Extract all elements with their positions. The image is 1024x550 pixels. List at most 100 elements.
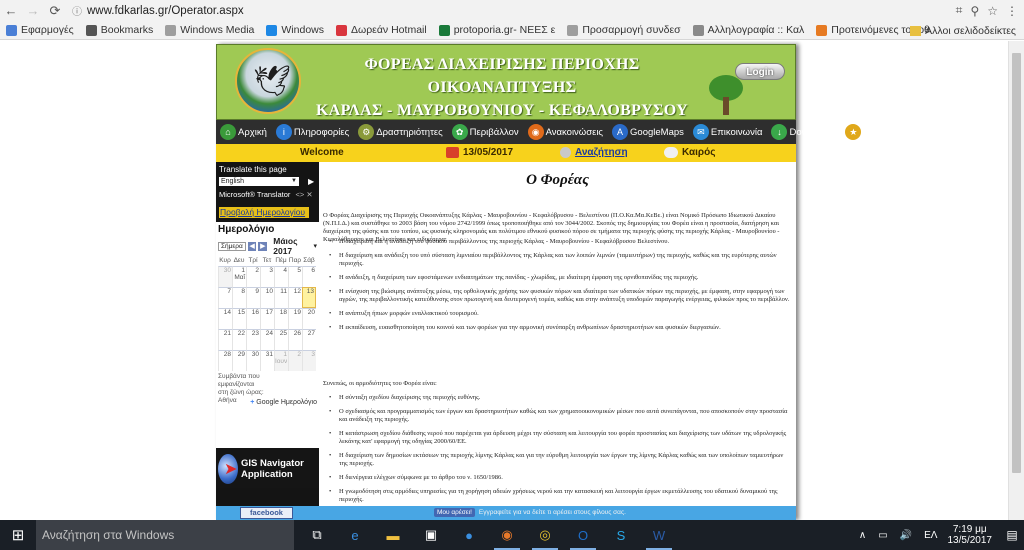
calendar-day[interactable]: 25 [274, 329, 288, 350]
bookmark-item[interactable]: Windows [266, 24, 324, 36]
translate-icon[interactable]: ⌗ [956, 3, 963, 18]
calendar-day[interactable]: 2 [288, 350, 302, 371]
search-icon[interactable]: ⚲ [970, 4, 979, 18]
calendar-day[interactable]: 1 Ιουν [274, 350, 288, 371]
calendar-next-icon[interactable]: ▶ [258, 241, 268, 251]
menu-item[interactable]: ✿ Περιβάλλον [451, 124, 519, 140]
calendar-day[interactable]: 26 [288, 329, 302, 350]
calendar-day[interactable]: 23 [246, 329, 260, 350]
share-icon[interactable]: <> ✕ [295, 190, 312, 199]
menu-item-label[interactable]: GoogleMaps [630, 127, 684, 138]
skype-icon[interactable]: S [602, 520, 640, 550]
url-text[interactable]: www.fdkarlas.gr/Operator.aspx [87, 5, 244, 17]
calendar-day[interactable]: 8 [232, 287, 246, 308]
bookmark-item[interactable]: protoporia.gr- ΝΕΕΣ ε [438, 24, 556, 36]
info-icon[interactable]: ⓘ [72, 3, 82, 18]
calendar-day[interactable]: 24 [260, 329, 274, 350]
firefox-icon[interactable]: ◉ [488, 520, 526, 550]
bookmark-label[interactable]: protoporia.gr- ΝΕΕΣ ε [454, 24, 556, 36]
edge-icon[interactable]: e [336, 520, 374, 550]
calendar-day[interactable]: 1 Μαΐ [232, 266, 246, 287]
calendar-day[interactable]: 30 [218, 266, 232, 287]
calendar-day[interactable]: 12 [288, 287, 302, 308]
taskbar-search[interactable]: Αναζήτηση στα Windows [36, 520, 294, 550]
calendar-day[interactable]: 3 [302, 350, 316, 371]
network-icon[interactable]: ▭ [878, 530, 887, 541]
other-bookmarks-label[interactable]: Άλλοι σελιδοδείκτες [925, 25, 1016, 37]
menu-item-label[interactable]: Επικοινωνία [711, 127, 763, 138]
bookmark-item[interactable]: Bookmarks [85, 24, 154, 36]
logo[interactable]: 🕊 [235, 48, 301, 114]
volume-icon[interactable]: 🔊 [900, 530, 912, 541]
weather-link[interactable]: Καιρός [664, 147, 715, 158]
bookmark-label[interactable]: Προσαρμογή συνδεσ [582, 24, 680, 36]
calendar-day[interactable]: 28 [218, 350, 232, 371]
language-select[interactable]: English [219, 177, 299, 186]
menu-item-label[interactable]: Περιβάλλον [470, 127, 519, 138]
clock[interactable]: 7:19 μμ 13/5/2017 [948, 524, 993, 546]
calendar-day[interactable]: 2 [246, 266, 260, 287]
notifications-icon[interactable]: ▤ [1000, 520, 1024, 550]
gis-navigator-link[interactable]: GIS Navigator Application [216, 450, 319, 488]
calendar-day[interactable]: 17 [260, 308, 274, 329]
bookmark-item[interactable]: Αλληλογραφία :: Καλ [692, 24, 805, 36]
bookmark-label[interactable]: Εφαρμογές [21, 24, 74, 36]
windows-start-icon[interactable]: ⊞ [0, 520, 36, 550]
calendar-day[interactable]: 16 [246, 308, 260, 329]
scrollbar[interactable] [1008, 41, 1024, 520]
outlook-icon[interactable]: O [564, 520, 602, 550]
calendar-prev-icon[interactable]: ◀ [247, 241, 257, 251]
calendar-day[interactable]: 10 [260, 287, 274, 308]
calendar-day[interactable]: 14 [218, 308, 232, 329]
menu-item[interactable]: ★ Περιοχή [845, 124, 897, 140]
translate-go-icon[interactable]: ▶ [308, 177, 314, 186]
menu-item[interactable]: ✉ Επικοινωνία [692, 124, 763, 140]
menu-item-label[interactable]: Περιοχή [863, 127, 897, 138]
calendar-day[interactable]: 22 [232, 329, 246, 350]
menu-icon[interactable]: ⋮ [1006, 4, 1018, 18]
search-link[interactable]: Αναζήτηση [560, 147, 628, 158]
task-view-icon[interactable]: ⧉ [298, 520, 336, 550]
language-indicator[interactable]: ΕΛ [924, 530, 937, 541]
calendar-day[interactable]: 29 [232, 350, 246, 371]
menu-item[interactable]: i Πληροφορίες [275, 124, 349, 140]
calendar-view-link[interactable]: Προβολή Ημερολογίου [219, 207, 309, 218]
menu-item[interactable]: ◉ Ανακοινώσεις [527, 124, 603, 140]
gis-title[interactable]: GIS Navigator Application [241, 458, 319, 480]
bookmark-item[interactable]: Δωρεάν Hotmail [336, 24, 427, 36]
menu-item-label[interactable]: Αρχική [238, 127, 267, 138]
calendar-day[interactable]: 21 [218, 329, 232, 350]
calendar-day[interactable]: 4 [274, 266, 288, 287]
calendar-day[interactable]: 31 [260, 350, 274, 371]
chevron-up-icon[interactable]: ∧ [859, 530, 866, 541]
bookmark-label[interactable]: Bookmarks [101, 24, 154, 36]
calendar-day[interactable]: 5 [288, 266, 302, 287]
bookmark-label[interactable]: Αλληλογραφία :: Καλ [708, 24, 805, 36]
calendar-today-button[interactable]: Σήμερα [218, 241, 246, 251]
bookmark-label[interactable]: Windows Media [180, 24, 254, 36]
chevron-down-icon[interactable]: ▾ [313, 242, 317, 250]
menu-item-label[interactable]: Ανακοινώσεις [546, 127, 603, 138]
calendar-day[interactable]: 15 [232, 308, 246, 329]
other-bookmarks[interactable]: Άλλοι σελιδοδείκτες [910, 21, 1016, 39]
forward-icon[interactable]: → [22, 0, 44, 21]
video-icon[interactable]: ● [450, 520, 488, 550]
address-bar[interactable]: ⓘ www.fdkarlas.gr/Operator.aspx [72, 0, 244, 21]
bookmark-label[interactable]: Windows [281, 24, 324, 36]
chrome-icon[interactable]: ◎ [526, 520, 564, 550]
calendar-day[interactable]: 18 [274, 308, 288, 329]
file-explorer-icon[interactable]: ▬ [374, 520, 412, 550]
menu-item[interactable]: ⌂ Αρχική [220, 124, 267, 140]
like-button[interactable]: Μου αρέσει! [434, 508, 475, 517]
calendar-day[interactable]: 3 [260, 266, 274, 287]
bookmark-item[interactable]: Εφαρμογές [6, 24, 74, 36]
reload-icon[interactable]: ⟳ [44, 0, 66, 21]
bookmark-star-icon[interactable]: ☆ [987, 4, 998, 18]
menu-item-label[interactable]: Πληροφορίες [294, 127, 349, 138]
menu-item[interactable]: ↓ Downloads [771, 124, 836, 140]
calendar-day[interactable]: 20 [302, 308, 316, 329]
menu-item-label[interactable]: Downloads [789, 127, 836, 138]
scrollbar-thumb[interactable] [1012, 53, 1021, 473]
calendar-day[interactable]: 19 [288, 308, 302, 329]
store-icon[interactable]: ▣ [412, 520, 450, 550]
